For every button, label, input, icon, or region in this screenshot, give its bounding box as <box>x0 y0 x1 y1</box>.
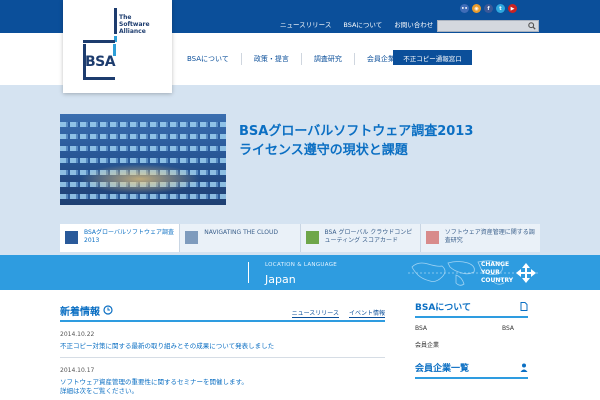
window-band <box>60 146 226 151</box>
card-label: BSA グローバル クラウドコンピューティング スコアカード <box>324 229 413 244</box>
bsa-logo[interactable]: The Software Alliance BSA <box>63 0 172 93</box>
top-nav: ニュースリリース BSAについて お問い合わせ <box>280 19 433 29</box>
youtube-icon[interactable]: ▶ <box>508 4 517 13</box>
window-band <box>60 122 226 127</box>
side-link-members[interactable]: 会員企業 <box>415 332 528 349</box>
change-country-link[interactable]: CHANGE YOUR COUNTRY <box>481 261 513 285</box>
top-nav-about[interactable]: BSAについて <box>343 19 382 29</box>
side-row: BSA BSA <box>415 318 528 332</box>
search-input[interactable] <box>438 21 526 31</box>
current-country: Japan <box>265 273 296 286</box>
news-link[interactable]: 不正コピー対策に関する最新の取り組みとその成果について発表しました <box>60 342 385 351</box>
logo-tagline: The Software Alliance <box>119 14 150 35</box>
logo-wordmark: BSA <box>85 54 116 70</box>
social-links: •• ◉ f t ▶ <box>460 4 517 13</box>
location-divider <box>248 262 249 283</box>
report-piracy-button[interactable]: 不正コピー通報窓口 <box>393 50 472 65</box>
card-thumbnail <box>65 231 78 244</box>
card-label: ソフトウェア資産管理に関する調査研究 <box>444 229 535 244</box>
side-header-members: 会員企業一覧 <box>415 357 528 379</box>
feature-card-cloud[interactable]: NAVIGATING THE CLOUD <box>180 224 301 252</box>
card-label: BSAグローバルソフトウェア調査2013 <box>84 229 174 244</box>
rss-icon[interactable]: ◉ <box>472 4 481 13</box>
search-icon[interactable] <box>526 21 538 31</box>
news-title: 新着情報 <box>60 306 100 318</box>
search-box <box>437 20 539 32</box>
location-label: LOCATION & LANGUAGE <box>265 262 338 268</box>
window-band <box>60 158 226 163</box>
feature-card-software-survey[interactable]: BSAグローバルソフトウェア調査2013 <box>60 224 181 252</box>
hero-image[interactable] <box>60 114 226 205</box>
side-column: BSAについて BSA BSA 会員企業 会員企業一覧 <box>415 296 528 379</box>
side-link-bsa[interactable]: BSA <box>415 325 427 332</box>
facebook-icon[interactable]: f <box>484 4 493 13</box>
hero-title[interactable]: BSAグローバルソフトウェア調査2013 ライセンス遵守の現状と課題 <box>239 122 473 160</box>
news-section: 新着情報 ニュースリリース イベント情報 2014.10.22 不正コピー対策に… <box>60 300 385 400</box>
news-tabs: ニュースリリース イベント情報 <box>291 308 385 318</box>
news-date: 2014.10.17 <box>60 367 95 374</box>
tab-events[interactable]: イベント情報 <box>348 308 385 318</box>
twitter-icon[interactable]: t <box>496 4 505 13</box>
location-bar: LOCATION & LANGUAGE Japan CHANGE YOUR CO… <box>0 255 600 290</box>
feature-card-sam[interactable]: ソフトウェア資産管理に関する調査研究 <box>421 224 540 252</box>
news-date: 2014.10.22 <box>60 331 95 338</box>
logo-bar <box>114 8 117 34</box>
main-nav-policy[interactable]: 政策・提言 <box>242 53 302 65</box>
card-thumbnail <box>305 231 319 244</box>
window-band <box>60 194 226 199</box>
card-label: NAVIGATING THE CLOUD <box>204 229 279 236</box>
news-link-continued[interactable]: 詳細は次をご覧ください。 <box>60 387 385 396</box>
news-header: 新着情報 ニュースリリース イベント情報 <box>60 300 385 322</box>
document-icon <box>520 301 528 311</box>
move-arrows-icon[interactable] <box>515 262 537 284</box>
feature-cards: BSAグローバルソフトウェア調査2013 NAVIGATING THE CLOU… <box>60 224 540 252</box>
window-band <box>60 134 226 139</box>
news-item: 2014.10.22 不正コピー対策に関する最新の取り組みとその成果について発表… <box>60 322 385 358</box>
main-nav-research[interactable]: 調査研究 <box>302 53 355 65</box>
card-thumbnail <box>425 231 439 244</box>
person-icon <box>520 363 528 372</box>
side-title-about: BSAについて <box>415 302 472 313</box>
image-glow <box>80 164 200 194</box>
side-header-about: BSAについて <box>415 296 528 318</box>
clock-icon <box>103 305 113 315</box>
feature-card-scorecard[interactable]: BSA グローバル クラウドコンピューティング スコアカード <box>301 224 421 252</box>
side-title-members: 会員企業一覧 <box>415 363 470 374</box>
side-link-bsa-2[interactable]: BSA <box>502 325 514 332</box>
top-nav-contact[interactable]: お問い合わせ <box>394 19 433 29</box>
tab-news-release[interactable]: ニュースリリース <box>291 308 339 318</box>
flickr-icon[interactable]: •• <box>460 4 469 13</box>
card-thumbnail <box>185 231 199 244</box>
news-link[interactable]: ソフトウェア資産管理の重要性に関するセミナーを開催します。 <box>60 378 385 387</box>
news-item: 2014.10.17 ソフトウェア資産管理の重要性に関するセミナーを開催します。… <box>60 358 385 400</box>
main-nav-about[interactable]: BSAについて <box>185 53 242 65</box>
top-nav-news[interactable]: ニュースリリース <box>280 19 331 29</box>
